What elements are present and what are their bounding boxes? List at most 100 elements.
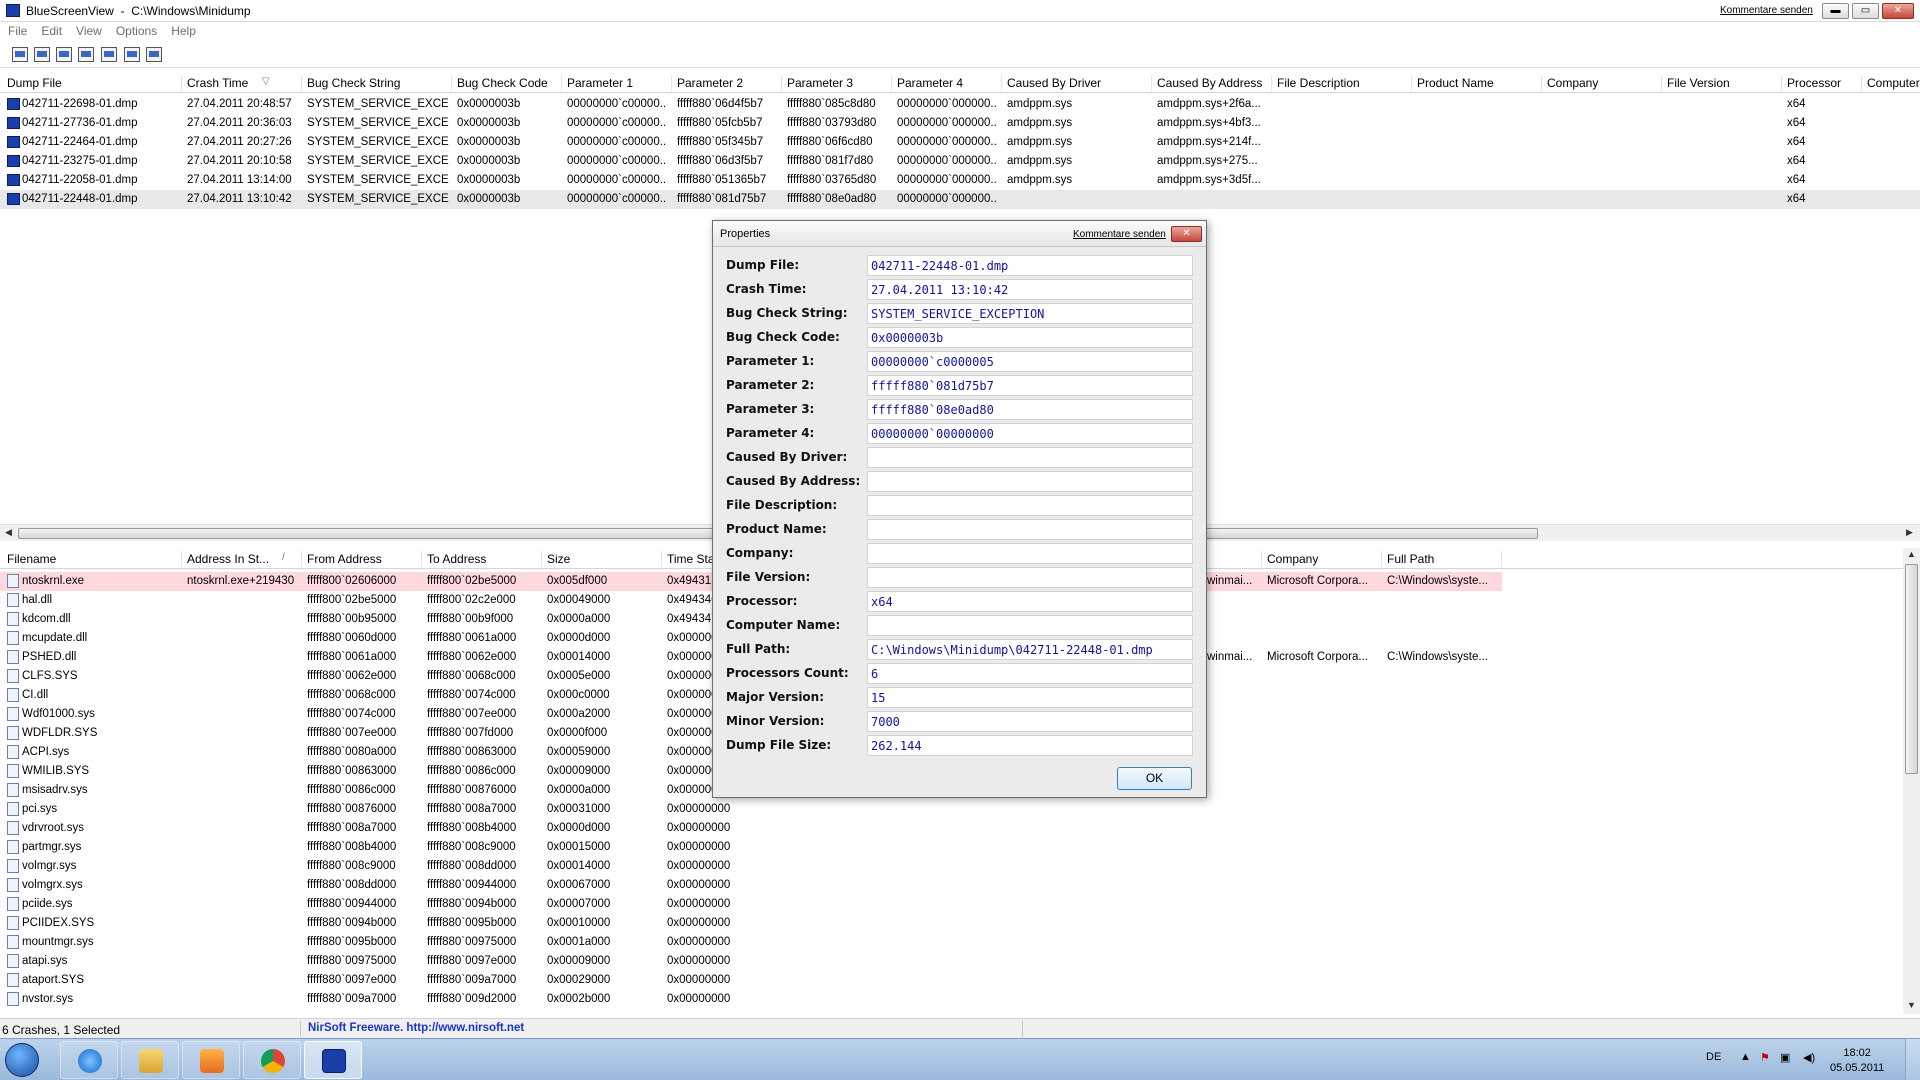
property-value-field[interactable]: fffff880`08e0ad80: [867, 399, 1193, 420]
col-caused-by-driver[interactable]: Caused By Driver: [1007, 76, 1101, 90]
col-parameter-4[interactable]: Parameter 4: [897, 76, 963, 90]
col-address-in-stack[interactable]: Address In St...: [187, 552, 269, 566]
dialog-close-button[interactable]: ✕: [1171, 226, 1202, 242]
property-value-field[interactable]: 27.04.2011 13:10:42: [867, 279, 1193, 300]
crash-row[interactable]: 042711-23275-01.dmp 27.04.2011 20:10:58 SY…: [0, 152, 1920, 171]
clock[interactable]: 18:02 05.05.2011: [1830, 1046, 1884, 1076]
maximize-button[interactable]: ▭: [1852, 3, 1879, 19]
property-value-field[interactable]: fffff880`081d75b7: [867, 375, 1193, 396]
crash-row[interactable]: 042711-22448-01.dmp 27.04.2011 13:10:42 SY…: [0, 190, 1920, 209]
show-desktop-button[interactable]: [1905, 1039, 1920, 1080]
col-dump-file[interactable]: Dump File: [7, 76, 62, 90]
property-value-field[interactable]: [867, 543, 1193, 564]
driver-row[interactable]: volmgr.sys fffff880`008c9000 fffff880`008d…: [0, 857, 1903, 876]
vscroll-thumb[interactable]: [1905, 564, 1918, 774]
action-center-icon[interactable]: ⚑: [1760, 1051, 1770, 1064]
dialog-feedback-link[interactable]: Kommentare senden: [1073, 229, 1166, 240]
property-value-field[interactable]: 15: [867, 687, 1193, 708]
driver-row[interactable]: atapi.sys fffff880`00975000 fffff880`0097e…: [0, 952, 1903, 971]
col-full-path[interactable]: Full Path: [1387, 552, 1434, 566]
col-company[interactable]: Company: [1547, 76, 1598, 90]
close-button[interactable]: ✕: [1882, 3, 1914, 19]
report-icon[interactable]: [101, 47, 117, 62]
volume-icon[interactable]: ◀): [1803, 1051, 1815, 1064]
language-indicator[interactable]: DE: [1706, 1051, 1721, 1063]
driver-row[interactable]: mountmgr.sys fffff880`0095b000 fffff880`00…: [0, 933, 1903, 952]
menu-file[interactable]: File: [0, 22, 33, 38]
crash-row[interactable]: 042711-27736-01.dmp 27.04.2011 20:36:03 SY…: [0, 114, 1920, 133]
minimize-button[interactable]: ▬: [1822, 3, 1849, 19]
property-value-field[interactable]: [867, 447, 1193, 468]
menu-help[interactable]: Help: [163, 22, 202, 38]
crash-row[interactable]: 042711-22464-01.dmp 27.04.2011 20:27:26 SY…: [0, 133, 1920, 152]
taskbar-chrome[interactable]: [243, 1041, 301, 1079]
col-caused-by-address[interactable]: Caused By Address: [1157, 76, 1262, 90]
driver-row[interactable]: PCIIDEX.SYS fffff880`0094b000 fffff880`009…: [0, 914, 1903, 933]
property-value-field[interactable]: 042711-22448-01.dmp: [867, 255, 1193, 276]
property-value-field[interactable]: [867, 615, 1193, 636]
tray-expand-icon[interactable]: ▲: [1740, 1051, 1751, 1063]
property-value-field[interactable]: 0x0000003b: [867, 327, 1193, 348]
driver-list-vscrollbar[interactable]: ▲ ▼: [1903, 548, 1920, 1014]
scroll-down-icon[interactable]: ▼: [1907, 1000, 1916, 1010]
col-to-address[interactable]: To Address: [427, 552, 486, 566]
menu-options[interactable]: Options: [108, 22, 163, 38]
property-value-field[interactable]: [867, 567, 1193, 588]
col-file-version[interactable]: File Version: [1667, 76, 1730, 90]
col-company-lower[interactable]: Company: [1267, 552, 1318, 566]
driver-row[interactable]: volmgrx.sys fffff880`008dd000 fffff880`009…: [0, 876, 1903, 895]
save-icon[interactable]: [34, 47, 50, 62]
driver-row[interactable]: ataport.SYS fffff880`0097e000 fffff880`009…: [0, 971, 1903, 990]
col-parameter-2[interactable]: Parameter 2: [677, 76, 743, 90]
property-value-field[interactable]: x64: [867, 591, 1193, 612]
taskbar-media-player[interactable]: [182, 1041, 240, 1079]
start-button[interactable]: [5, 1043, 39, 1077]
search-icon[interactable]: [124, 47, 140, 62]
driver-row[interactable]: pci.sys fffff880`00876000 fffff880`008a700…: [0, 800, 1903, 819]
col-bug-check-string[interactable]: Bug Check String: [307, 76, 400, 90]
col-product-name[interactable]: Product Name: [1417, 76, 1494, 90]
col-size[interactable]: Size: [547, 552, 570, 566]
properties-icon[interactable]: [12, 47, 28, 62]
taskbar-ie[interactable]: [60, 1041, 118, 1079]
property-value-field[interactable]: 262.144: [867, 735, 1193, 756]
crash-row[interactable]: 042711-22058-01.dmp 27.04.2011 13:14:00 SY…: [0, 171, 1920, 190]
refresh-icon[interactable]: [56, 47, 72, 62]
nirsoft-link[interactable]: NirSoft Freeware. http://www.nirsoft.net: [308, 1022, 524, 1034]
scroll-left-icon[interactable]: ◀: [5, 527, 12, 538]
col-crash-time[interactable]: Crash Time: [187, 76, 248, 90]
driver-row[interactable]: nvstor.sys fffff880`009a7000 fffff880`009d…: [0, 990, 1903, 1009]
scroll-right-icon[interactable]: ▶: [1906, 527, 1913, 538]
col-filename[interactable]: Filename: [7, 552, 56, 566]
copy-icon[interactable]: [78, 47, 94, 62]
driver-row[interactable]: vdrvroot.sys fffff880`008a7000 fffff880`00…: [0, 819, 1903, 838]
col-bug-check-code[interactable]: Bug Check Code: [457, 76, 548, 90]
col-processor[interactable]: Processor: [1787, 76, 1841, 90]
menu-edit[interactable]: Edit: [33, 22, 68, 38]
taskbar-explorer[interactable]: [121, 1041, 179, 1079]
col-from-address[interactable]: From Address: [307, 552, 382, 566]
property-value-field[interactable]: 7000: [867, 711, 1193, 732]
property-value-field[interactable]: SYSTEM_SERVICE_EXCEPTION: [867, 303, 1193, 324]
col-computer[interactable]: Computer: [1867, 76, 1920, 90]
crash-row[interactable]: 042711-22698-01.dmp 27.04.2011 20:48:57 SY…: [0, 95, 1920, 114]
menu-view[interactable]: View: [68, 22, 108, 38]
col-parameter-3[interactable]: Parameter 3: [787, 76, 853, 90]
property-value-field[interactable]: 6: [867, 663, 1193, 684]
property-value-field[interactable]: [867, 471, 1193, 492]
feedback-link[interactable]: Kommentare senden: [1720, 5, 1813, 16]
col-file-description[interactable]: File Description: [1277, 76, 1360, 90]
driver-row[interactable]: pciide.sys fffff880`00944000 fffff880`0094…: [0, 895, 1903, 914]
ok-button[interactable]: OK: [1117, 767, 1192, 790]
property-value-field[interactable]: [867, 495, 1193, 516]
scroll-up-icon[interactable]: ▲: [1907, 549, 1916, 559]
property-value-field[interactable]: 00000000`c0000005: [867, 351, 1193, 372]
taskbar-bluescreenview[interactable]: [304, 1041, 362, 1079]
property-value-field[interactable]: C:\Windows\Minidump\042711-22448-01.dmp: [867, 639, 1193, 660]
col-parameter-1[interactable]: Parameter 1: [567, 76, 633, 90]
col-time-stamp[interactable]: Time Sta: [667, 552, 715, 566]
property-value-field[interactable]: [867, 519, 1193, 540]
network-icon[interactable]: ▣: [1780, 1051, 1790, 1064]
driver-row[interactable]: partmgr.sys fffff880`008b4000 fffff880`008…: [0, 838, 1903, 857]
exit-icon[interactable]: [146, 47, 162, 62]
